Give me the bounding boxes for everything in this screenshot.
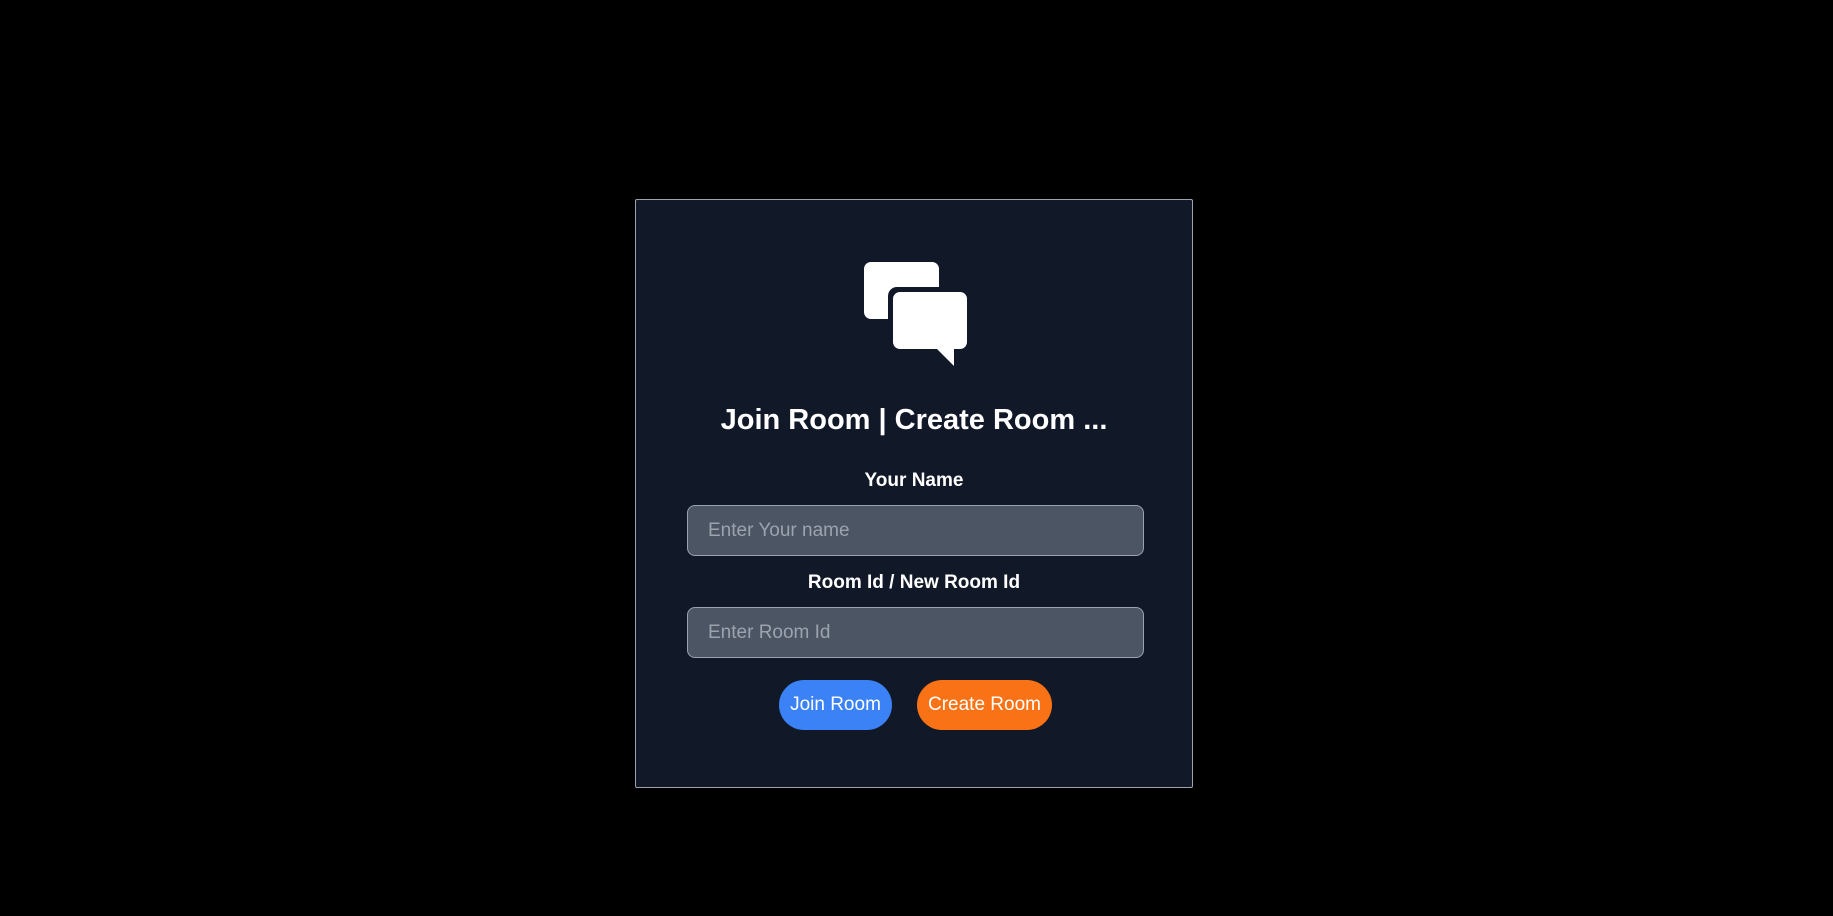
chat-bubbles-icon	[864, 262, 968, 366]
create-room-button[interactable]: Create Room	[917, 680, 1052, 730]
name-label: Your Name	[864, 470, 964, 491]
room-id-label: Room Id / New Room Id	[807, 572, 1021, 593]
name-input[interactable]	[687, 505, 1144, 556]
page-title: Join Room | Create Room ...	[720, 404, 1108, 436]
join-room-button[interactable]: Join Room	[779, 680, 892, 730]
room-id-input[interactable]	[687, 607, 1144, 658]
join-room-card: Join Room | Create Room ... Your Name Ro…	[635, 199, 1193, 788]
